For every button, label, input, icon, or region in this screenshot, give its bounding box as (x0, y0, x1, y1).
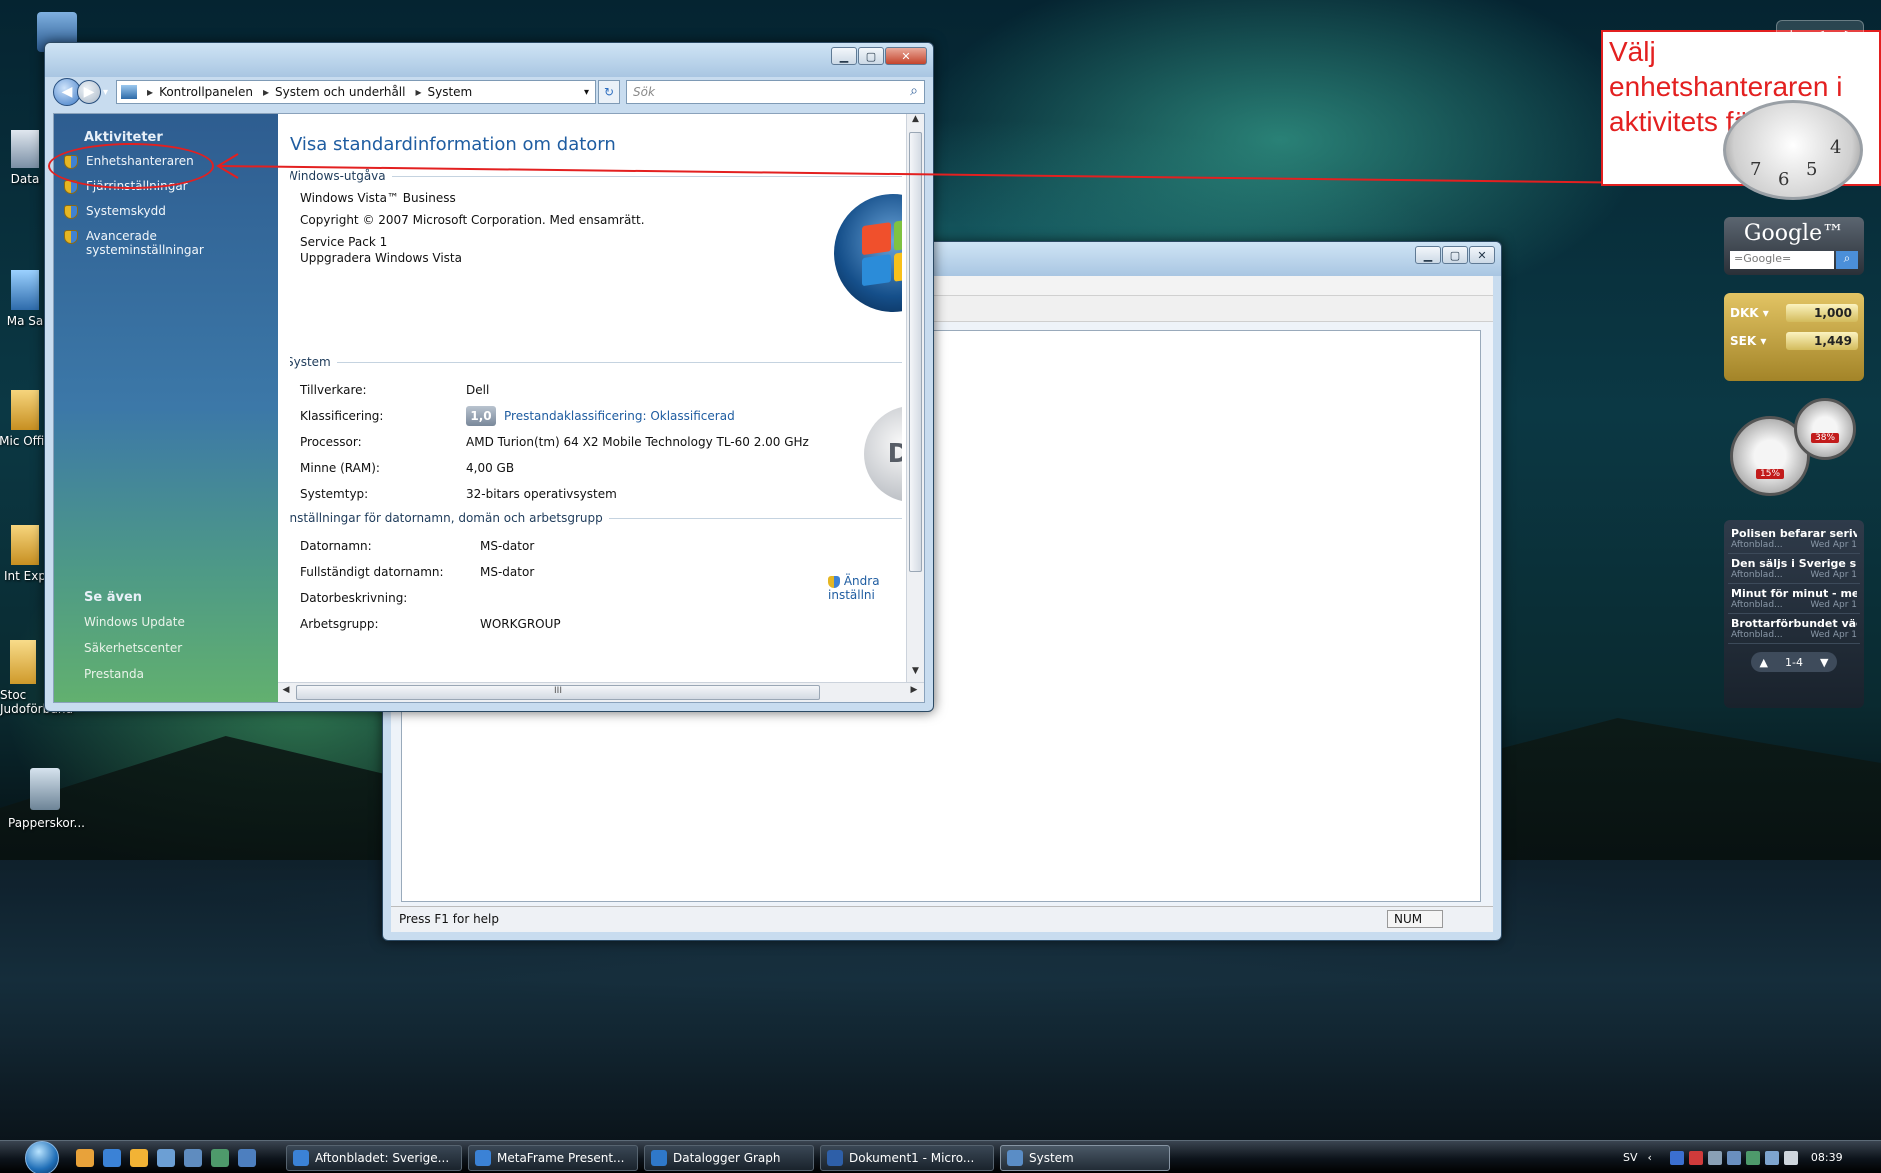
taskbar-button-label: MetaFrame Present... (497, 1151, 625, 1165)
clock-gadget[interactable]: 7 6 5 4 (1723, 100, 1863, 200)
google-search-input[interactable]: =Google= (1730, 251, 1834, 269)
clock-number: 5 (1806, 159, 1818, 180)
internet-explorer-icon[interactable] (103, 1149, 121, 1167)
word-icon (827, 1150, 843, 1166)
clock-number: 6 (1778, 169, 1790, 190)
language-indicator[interactable]: SV (1623, 1151, 1638, 1164)
taskbar-clock[interactable]: 08:39 (1811, 1151, 1843, 1164)
news-source: Aftonblad... (1731, 600, 1783, 610)
currency-gadget: DKK ▾ 1,000 SEK ▾ 1,449 (1724, 293, 1864, 381)
firefox-icon[interactable] (76, 1149, 94, 1167)
taskbar-button-label: Datalogger Graph (673, 1151, 781, 1165)
currency-value[interactable]: 1,449 (1786, 332, 1858, 350)
google-search-gadget: Google™ =Google= ⌕ (1724, 217, 1864, 275)
news-headline: Minut för minut - me... (1731, 587, 1857, 600)
add-gadget-icon[interactable]: + (1786, 27, 1796, 41)
taskbar-button-datalogger[interactable]: Datalogger Graph (644, 1145, 814, 1171)
start-button[interactable] (22, 1140, 62, 1173)
currency-code[interactable]: DKK ▾ (1730, 306, 1769, 320)
taskbar-button-metaframe[interactable]: MetaFrame Present... (468, 1145, 638, 1171)
clock-number: 7 (1750, 159, 1762, 180)
news-date: Wed Apr 1 (1810, 540, 1857, 550)
taskbar-button-system[interactable]: System (1000, 1145, 1170, 1171)
news-source: Aftonblad... (1731, 570, 1783, 580)
next-icon[interactable]: > (1844, 27, 1854, 41)
news-date: Wed Apr 1 (1810, 630, 1857, 640)
currency-row: SEK ▾ 1,449 (1730, 327, 1858, 355)
security-alert-icon[interactable] (1688, 1150, 1703, 1165)
taskbar: Aftonbladet: Sverige... MetaFrame Presen… (0, 1140, 1881, 1173)
memory-meter: 38% (1794, 398, 1856, 460)
currency-value[interactable]: 1,000 (1786, 304, 1858, 322)
google-search-button[interactable]: ⌕ (1836, 251, 1858, 269)
news-headline: Polisen befarar seriv... (1731, 527, 1857, 540)
news-item[interactable]: Polisen befarar seriv... Aftonblad... Wed… (1728, 524, 1860, 554)
taskbar-button-word[interactable]: Dokument1 - Micro... (820, 1145, 994, 1171)
sidebar-controls[interactable]: + < > (1776, 20, 1864, 48)
pager-label: 1-4 (1785, 655, 1803, 669)
memory-percent: 38% (1810, 433, 1840, 443)
news-source: Aftonblad... (1731, 630, 1783, 640)
annotation-arrow (216, 153, 1741, 186)
news-source: Aftonblad... (1731, 540, 1783, 550)
pager-down-icon[interactable]: ▼ (1820, 656, 1828, 669)
quick-launch (76, 1149, 265, 1167)
show-desktop-icon[interactable] (157, 1149, 175, 1167)
taskbar-button-label: Aftonbladet: Sverige... (315, 1151, 450, 1165)
news-item[interactable]: Minut för minut - me... Aftonblad... Wed … (1728, 584, 1860, 614)
internet-explorer-icon (475, 1150, 491, 1166)
internet-explorer-icon (293, 1150, 309, 1166)
system-icon (1007, 1150, 1023, 1166)
cpu-meter-gadget: 15% 38% (1724, 394, 1874, 504)
show-hidden-icons-icon[interactable]: ‹ (1648, 1151, 1652, 1164)
volume-icon[interactable] (1783, 1150, 1798, 1165)
switch-windows-icon[interactable] (184, 1149, 202, 1167)
news-pager: ▲ 1-4 ▼ (1751, 652, 1837, 672)
news-item[interactable]: Den säljs i Sverige s... Aftonblad... Wed… (1728, 554, 1860, 584)
display-icon[interactable] (1726, 1150, 1741, 1165)
taskbar-button-aftonbladet[interactable]: Aftonbladet: Sverige... (286, 1145, 462, 1171)
tray-app-icon[interactable] (1707, 1150, 1722, 1165)
previous-icon[interactable]: < (1815, 27, 1825, 41)
news-headline: Brottarförbundet väg... (1731, 617, 1857, 630)
power-icon[interactable] (1745, 1150, 1760, 1165)
pager-up-icon[interactable]: ▲ (1760, 656, 1768, 669)
news-gadget: Polisen befarar seriv... Aftonblad... Wed… (1724, 520, 1864, 708)
system-tray: SV ‹ 08:39 (1611, 1141, 1881, 1173)
currency-row: DKK ▾ 1,000 (1730, 299, 1858, 327)
media-icon[interactable] (130, 1149, 148, 1167)
network-icon[interactable] (1764, 1150, 1779, 1165)
app-icon[interactable] (211, 1149, 229, 1167)
monitor-icon[interactable] (238, 1149, 256, 1167)
graph-icon (651, 1150, 667, 1166)
news-date: Wed Apr 1 (1810, 600, 1857, 610)
cpu-percent: 15% (1755, 469, 1785, 479)
google-logo: Google™ (1743, 221, 1845, 246)
news-headline: Den säljs i Sverige s... (1731, 557, 1857, 570)
taskbar-button-label: System (1029, 1151, 1074, 1165)
bluetooth-icon[interactable] (1669, 1150, 1684, 1165)
currency-code[interactable]: SEK ▾ (1730, 334, 1766, 348)
news-item[interactable]: Brottarförbundet väg... Aftonblad... Wed … (1728, 614, 1860, 644)
windows-orb-icon (25, 1140, 59, 1173)
news-date: Wed Apr 1 (1810, 570, 1857, 580)
clock-number: 4 (1830, 137, 1842, 158)
taskbar-button-label: Dokument1 - Micro... (849, 1151, 975, 1165)
